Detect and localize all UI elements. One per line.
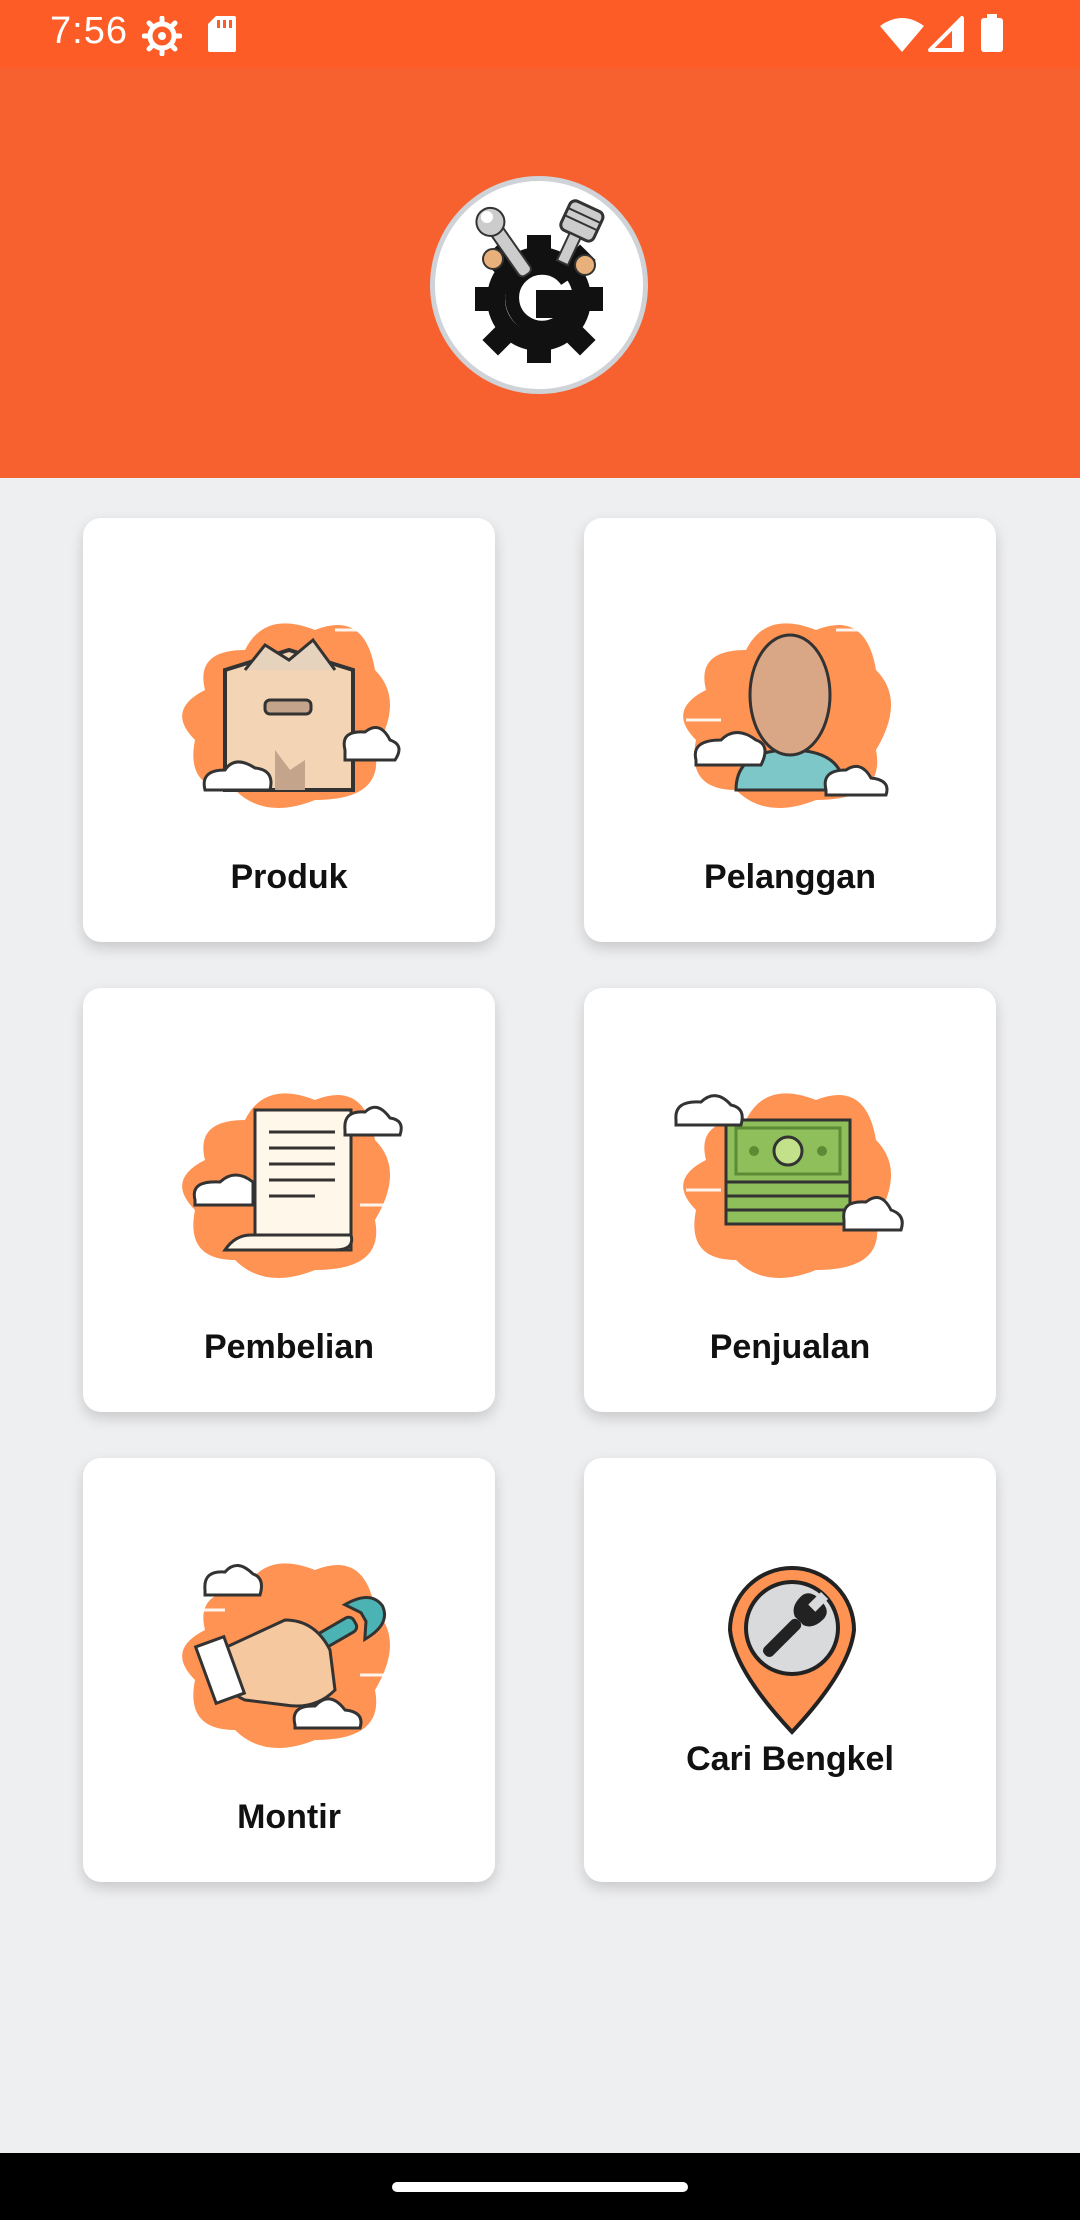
sd-card-icon: [208, 16, 236, 52]
bengkel-g-logo-icon: [475, 199, 605, 363]
status-bar: 7:56: [0, 0, 1080, 68]
menu-label-pembelian: Pembelian: [203, 1328, 375, 1366]
menu-card-penjualan[interactable]: Penjualan: [584, 988, 996, 1412]
cellular-signal-icon: [928, 16, 964, 52]
package-box-icon: [182, 618, 401, 808]
menu-card-produk[interactable]: Produk: [83, 518, 495, 942]
menu-label-cari-bengkel: Cari Bengkel: [686, 1740, 894, 1778]
customer-person-icon: [683, 618, 891, 808]
wifi-icon: [880, 18, 924, 52]
status-time: 7:56: [50, 10, 128, 52]
mechanic-wrench-hand-icon: [182, 1563, 395, 1748]
home-gesture-handle[interactable]: [392, 2182, 688, 2192]
settings-gear-icon: [142, 16, 182, 56]
menu-card-pembelian[interactable]: Pembelian: [83, 988, 495, 1412]
app-logo: [430, 176, 648, 394]
battery-icon: [981, 14, 1003, 52]
menu-label-produk: Produk: [230, 858, 348, 896]
menu-card-montir[interactable]: Montir: [83, 1458, 495, 1882]
receipt-scroll-icon: [182, 1082, 403, 1278]
menu-card-pelanggan[interactable]: Pelanggan: [584, 518, 996, 942]
menu-label-montir: Montir: [237, 1798, 341, 1836]
menu-label-penjualan: Penjualan: [709, 1328, 871, 1366]
workshop-location-pin-icon: [727, 1566, 857, 1735]
menu-card-cari-bengkel[interactable]: Cari Bengkel: [584, 1458, 996, 1882]
money-stack-icon: [674, 1088, 904, 1278]
menu-label-pelanggan: Pelanggan: [704, 858, 876, 896]
